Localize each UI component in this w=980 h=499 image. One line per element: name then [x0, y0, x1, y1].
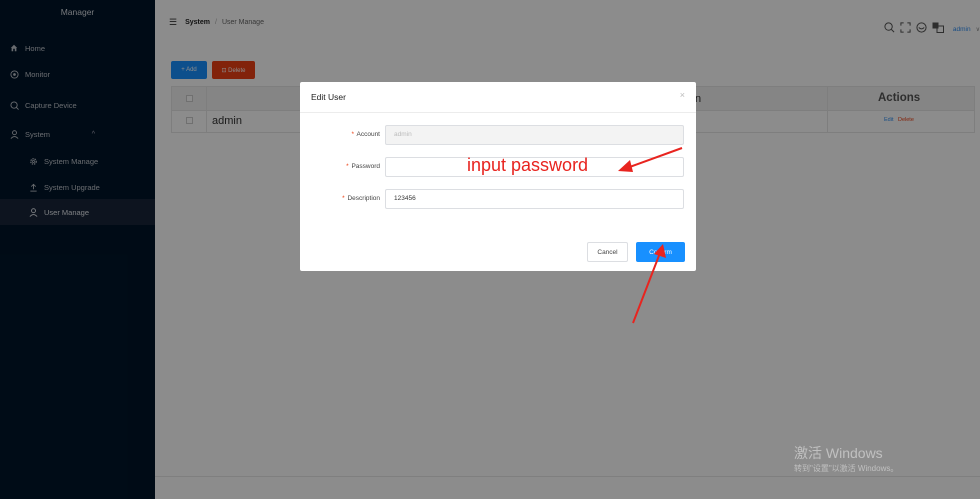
- password-label: * Password: [300, 163, 380, 170]
- required-mark: *: [342, 195, 345, 202]
- account-label: * Account: [300, 131, 380, 138]
- confirm-button[interactable]: Confirm: [636, 242, 685, 262]
- watermark-line2: 转到"设置"以激活 Windows。: [794, 464, 899, 473]
- required-mark: *: [346, 163, 349, 170]
- watermark-line1: 激活 Windows: [794, 445, 883, 461]
- account-label-text: Account: [356, 131, 381, 138]
- password-label-text: Password: [351, 163, 380, 170]
- required-mark: *: [351, 131, 355, 138]
- account-field: admin: [385, 125, 684, 145]
- edit-user-modal: Edit User × * Account admin * Password *…: [300, 82, 696, 271]
- description-label: * Description: [300, 195, 380, 202]
- description-field[interactable]: 123456: [385, 189, 684, 209]
- description-label-text: Description: [347, 195, 380, 202]
- modal-title: Edit User: [311, 92, 346, 102]
- annotation-text: input password: [467, 155, 589, 175]
- close-icon[interactable]: ×: [680, 90, 685, 100]
- modal-divider: [300, 112, 696, 113]
- cancel-button[interactable]: Cancel: [587, 242, 628, 262]
